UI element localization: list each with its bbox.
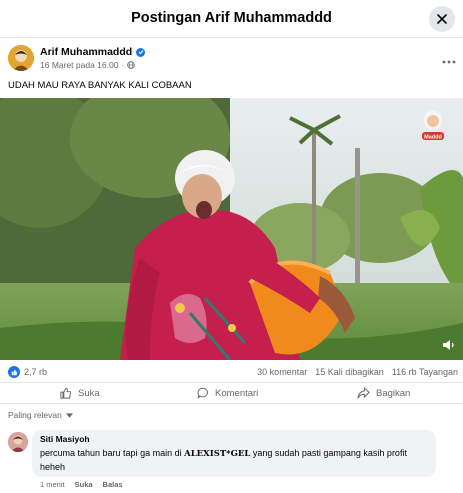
mute-button[interactable] (441, 338, 455, 352)
post-video[interactable]: Maddd (0, 98, 463, 360)
commenter-avatar[interactable] (8, 432, 28, 452)
views-count: 116 rb Tayangan (391, 367, 458, 377)
comment-reply-button[interactable]: Balas (103, 480, 123, 489)
shares-count[interactable]: 15 Kali dibagikan (315, 367, 384, 377)
dialog-header: Postingan Arif Muhammaddd (0, 0, 463, 38)
like-icon (60, 387, 72, 399)
commenter-name[interactable]: Siti Masiyoh (40, 434, 428, 445)
comment-text: percuma tahun baru tapi ga main di ALEXI… (40, 447, 428, 473)
author-name[interactable]: Arif Muhammaddd (40, 46, 132, 58)
sticker-text: Maddd (424, 135, 442, 141)
dialog-title: Postingan Arif Muhammaddd (131, 10, 332, 26)
post-stats: 2,7 rb 30 komentar 15 Kali dibagikan 116… (8, 366, 458, 380)
speaker-icon (443, 340, 454, 350)
post-text: UDAH MAU RAYA BANYAK KALI COBAAN (8, 80, 192, 91)
more-options-button[interactable] (442, 51, 456, 67)
comment-sort-dropdown[interactable]: Paling relevan (8, 410, 73, 420)
chevron-down-icon (65, 412, 73, 418)
verified-icon (136, 47, 146, 57)
likes-count[interactable]: 2,7 rb (24, 367, 47, 377)
comment-like-button[interactable]: Suka (75, 480, 93, 489)
globe-icon (127, 61, 136, 69)
video-frame (0, 98, 463, 360)
like-label: Suka (78, 387, 100, 399)
comment-time[interactable]: 1 menit (40, 480, 65, 489)
share-icon (357, 387, 370, 399)
comment-actions: 1 menit Suka Balas (40, 480, 123, 489)
post-meta: 16 Maret pada 16.00 · (40, 60, 136, 70)
stats-right: 30 komentar 15 Kali dibagikan 116 rb Tay… (257, 367, 458, 377)
author-avatar[interactable] (8, 45, 34, 71)
author-name-row: Arif Muhammaddd (40, 46, 146, 58)
comment-icon (197, 387, 209, 399)
post-actions: Suka Komentari Bagikan (0, 382, 463, 404)
close-button[interactable] (429, 6, 455, 32)
comment-bubble: Siti Masiyoh percuma tahun baru tapi ga … (32, 430, 436, 477)
channel-sticker: Maddd (419, 108, 447, 142)
comments-count[interactable]: 30 komentar (257, 367, 307, 377)
post-header: Arif Muhammaddd 16 Maret pada 16.00 · (8, 45, 458, 75)
like-button[interactable]: Suka (60, 387, 100, 399)
comment-label: Komentari (215, 387, 259, 399)
post-date[interactable]: 16 Maret pada 16.00 (40, 60, 118, 70)
comment-brand-text: ALEXIST*GEL (184, 449, 251, 459)
comment-button[interactable]: Komentari (197, 387, 258, 399)
more-icon (442, 60, 456, 64)
comment-text-before: percuma tahun baru tapi ga main di (40, 448, 185, 458)
like-reaction-icon[interactable] (8, 366, 20, 378)
sort-label: Paling relevan (8, 410, 62, 420)
share-label: Bagikan (376, 387, 411, 399)
share-button[interactable]: Bagikan (357, 387, 410, 399)
meta-separator: · (121, 60, 125, 70)
close-icon (437, 14, 447, 24)
